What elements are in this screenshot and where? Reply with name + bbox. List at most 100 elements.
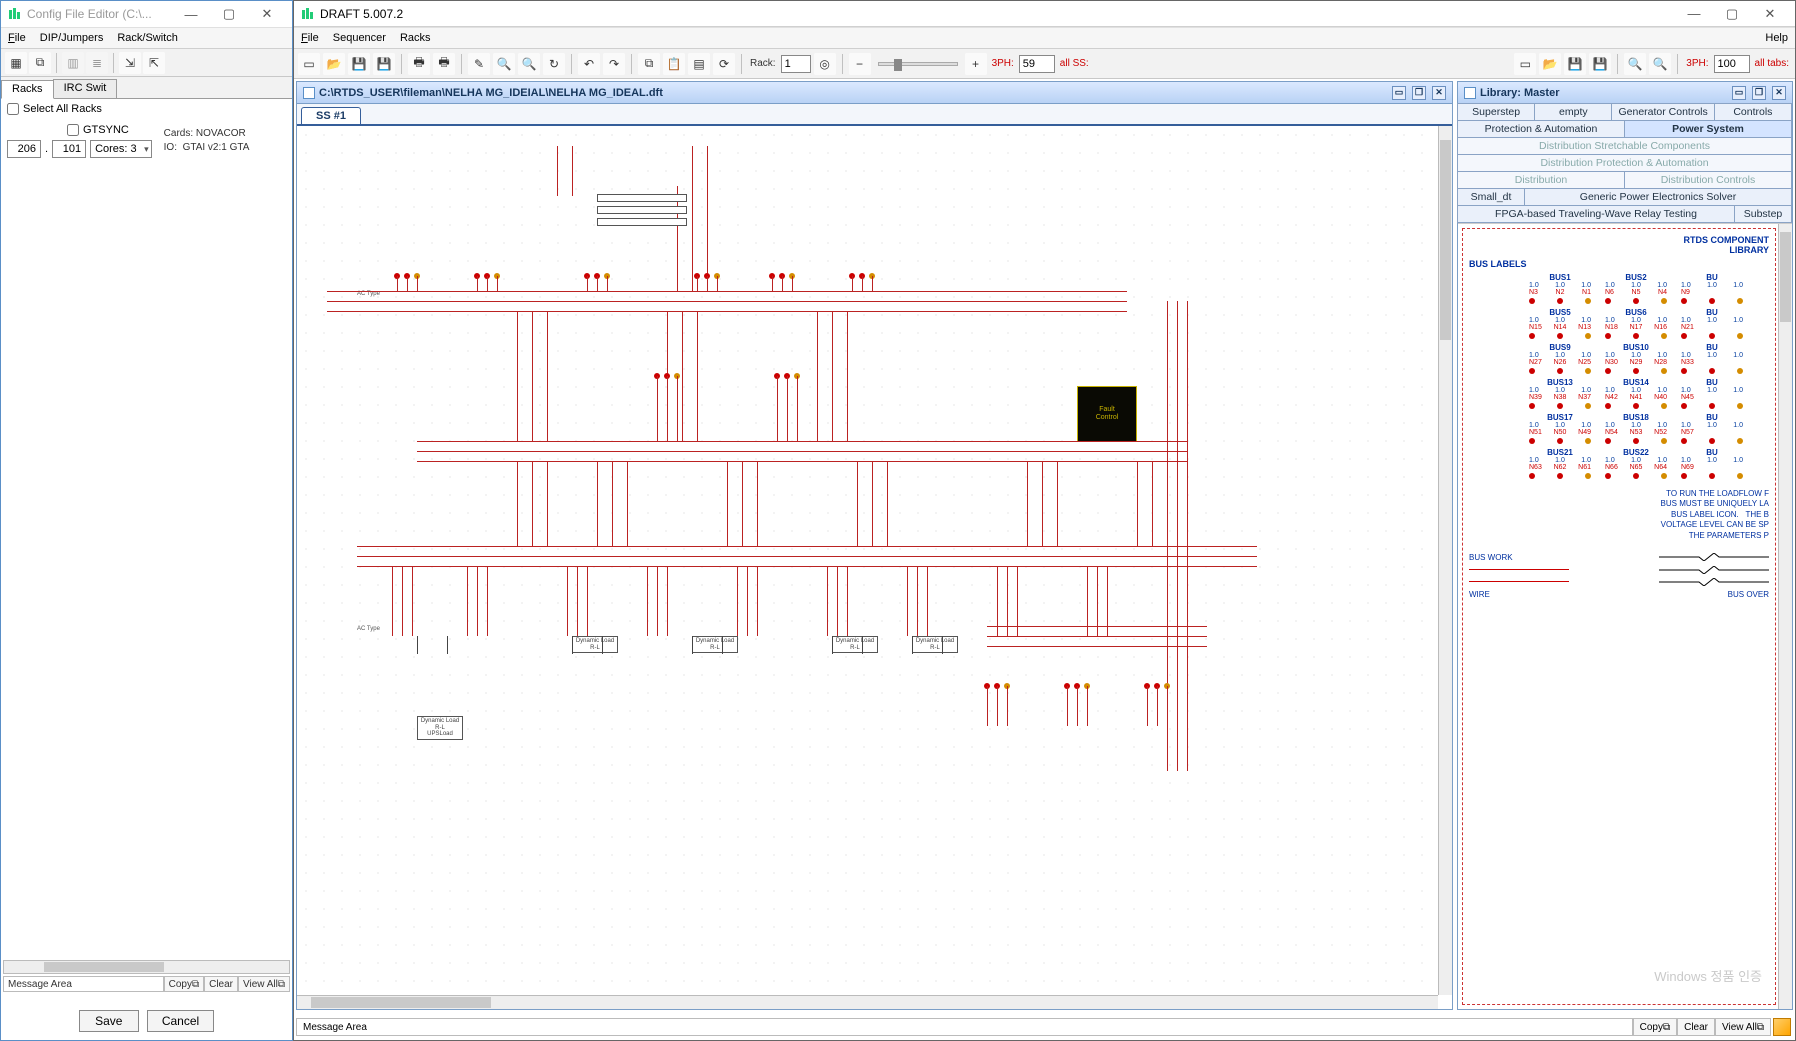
cfe-tab-irc[interactable]: IRC Swit — [53, 79, 118, 98]
print-setup-icon[interactable]: 🖶 — [408, 53, 430, 75]
print-icon[interactable]: 🖶 — [433, 53, 455, 75]
menu-racks[interactable]: Racks — [397, 31, 434, 45]
ss-tab[interactable]: SS #1 — [301, 107, 361, 124]
bus-label-block[interactable]: BUS10 1.01.01.0 N30N29N28 — [1605, 343, 1667, 374]
tool-add-rack-icon[interactable]: ▦ — [5, 52, 27, 74]
cfe-tab-racks[interactable]: Racks — [1, 80, 54, 99]
lib-tab-genctrl[interactable]: Generator Controls — [1611, 103, 1714, 121]
bus-label-block[interactable]: BU 1.01.01.0 N57 — [1681, 413, 1743, 444]
cfe-menu-file[interactable]: FFileile — [5, 31, 29, 45]
lib-tab-fpga[interactable]: FPGA-based Traveling-Wave Relay Testing — [1457, 205, 1735, 223]
colors-icon[interactable]: ▤ — [688, 53, 710, 75]
lib-tab-smalldt[interactable]: Small_dt — [1457, 188, 1525, 206]
minimize-button[interactable]: — — [172, 1, 210, 27]
lib-tab-controls[interactable]: Controls — [1714, 103, 1792, 121]
maximize-button[interactable]: ▢ — [1713, 1, 1751, 27]
undo-icon[interactable]: ↶ — [578, 53, 600, 75]
link-icon[interactable]: ✎ — [468, 53, 490, 75]
lib-find-icon[interactable]: 🔍 — [1624, 53, 1646, 75]
library-canvas[interactable]: RTDS COMPONENTLIBRARY BUS LABELS BUS1 1.… — [1462, 228, 1776, 1005]
bus-label-block[interactable]: BUS17 1.01.01.0 N51N50N49 — [1529, 413, 1591, 444]
zoom-in-icon[interactable]: + — [965, 53, 987, 75]
cfe-copy-button[interactable]: Copy ⧉ — [164, 976, 205, 992]
tool-list-icon[interactable]: ≣ — [86, 52, 108, 74]
dynload-box[interactable]: Dynamic LoadR-L — [692, 636, 738, 653]
tool-grid-icon[interactable]: ▥ — [62, 52, 84, 74]
lib-tab-gpes[interactable]: Generic Power Electronics Solver — [1524, 188, 1792, 206]
zoom-out-icon[interactable]: − — [849, 53, 871, 75]
bus-label-block[interactable]: BUS21 1.01.01.0 N63N62N61 — [1529, 448, 1591, 479]
tray-icon[interactable] — [1773, 1018, 1791, 1036]
bus-label-block[interactable]: BU 1.01.01.0 N69 — [1681, 448, 1743, 479]
cfe-viewall-button[interactable]: View All ⧉ — [238, 976, 290, 992]
fault-control-block[interactable]: FaultControl — [1077, 386, 1137, 442]
refresh-icon[interactable]: ↻ — [543, 53, 565, 75]
panel-min-icon[interactable]: ▭ — [1732, 86, 1746, 100]
bus-label-block[interactable]: BUS6 1.01.01.0 N18N17N16 — [1605, 308, 1667, 339]
minimize-button[interactable]: — — [1675, 1, 1713, 27]
bus-label-block[interactable]: BUS22 1.01.01.0 N66N65N64 — [1605, 448, 1667, 479]
panel-max-icon[interactable]: ❐ — [1412, 86, 1426, 100]
save-button[interactable]: Save — [79, 1010, 139, 1032]
lib-tab-substep[interactable]: Substep — [1734, 205, 1792, 223]
bus-label-block[interactable]: BU 1.01.01.0 N33 — [1681, 343, 1743, 374]
open-file-icon[interactable]: 📂 — [323, 53, 345, 75]
lib-tab-dist[interactable]: Distribution — [1457, 171, 1625, 189]
tool-duplicate-icon[interactable]: ⧉ — [29, 52, 51, 74]
panel-max-icon[interactable]: ❐ — [1752, 86, 1766, 100]
maximize-button[interactable]: ▢ — [210, 1, 248, 27]
close-button[interactable]: ✕ — [248, 1, 286, 27]
sync-icon[interactable]: ⟳ — [713, 53, 735, 75]
gtsync-input[interactable] — [67, 124, 79, 136]
lib-tab-dist-stretch[interactable]: Distribution Stretchable Components — [1457, 137, 1792, 155]
new-file-icon[interactable]: ▭ — [298, 53, 320, 75]
cfe-hscrollbar[interactable] — [3, 960, 290, 974]
main-clear-button[interactable]: Clear — [1677, 1018, 1715, 1036]
bus-label-block[interactable]: BUS14 1.01.01.0 N42N41N40 — [1605, 378, 1667, 409]
rack-input[interactable] — [781, 55, 811, 73]
gtsync-checkbox[interactable]: GTSYNC — [67, 124, 152, 136]
copy-icon[interactable]: ⧉ — [638, 53, 660, 75]
schematic-canvas[interactable]: FaultControl Dynamic LoadR-LUPSLoad Dyna… — [297, 126, 1438, 995]
panel-close-icon[interactable]: ✕ — [1432, 86, 1446, 100]
bus-label-block[interactable]: BUS18 1.01.01.0 N54N53N52 — [1605, 413, 1667, 444]
rack-range-hi-input[interactable] — [52, 140, 86, 158]
bus-label-block[interactable]: BU 1.01.01.0 N9 — [1681, 273, 1743, 304]
main-titlebar[interactable]: DRAFT 5.007.2 — ▢ ✕ — [294, 1, 1795, 27]
cancel-button[interactable]: Cancel — [147, 1010, 214, 1032]
bus-label-block[interactable]: BUS1 1.01.01.0 N3N2N1 — [1529, 273, 1591, 304]
close-button[interactable]: ✕ — [1751, 1, 1789, 27]
lib-tab-superstep[interactable]: Superstep — [1457, 103, 1535, 121]
lib-tab-dist-prot[interactable]: Distribution Protection & Automation — [1457, 154, 1792, 172]
bus-label-block[interactable]: BUS9 1.01.01.0 N27N26N25 — [1529, 343, 1591, 374]
find-icon[interactable]: 🔍 — [493, 53, 515, 75]
select-all-racks-checkbox[interactable]: Select All Racks — [7, 103, 102, 115]
dynload-box[interactable]: Dynamic LoadR-L — [832, 636, 878, 653]
main-copy-button[interactable]: Copy ⧉ — [1633, 1018, 1678, 1036]
bus-label-block[interactable]: BUS5 1.01.01.0 N15N14N13 — [1529, 308, 1591, 339]
cfe-menu-rack[interactable]: Rack/Switch — [114, 31, 181, 45]
cfe-menu-dip[interactable]: DIP/Jumpers — [37, 31, 107, 45]
lib-save-icon[interactable]: 💾 — [1564, 53, 1586, 75]
lib-tab-dist-ctrl[interactable]: Distribution Controls — [1624, 171, 1792, 189]
save-icon[interactable]: 💾 — [348, 53, 370, 75]
lib-tab-psys[interactable]: Power System — [1624, 120, 1792, 138]
lib-open-icon[interactable]: 📂 — [1539, 53, 1561, 75]
paste-icon[interactable]: 📋 — [663, 53, 685, 75]
save-all-icon[interactable]: 💾 — [373, 53, 395, 75]
cfe-titlebar[interactable]: Config File Editor (C:\... — ▢ ✕ — [1, 1, 292, 27]
bus-label-block[interactable]: BU 1.01.01.0 N21 — [1681, 308, 1743, 339]
canvas-vscrollbar[interactable] — [1438, 126, 1452, 995]
zoom-slider[interactable] — [878, 62, 958, 66]
cfe-clear-button[interactable]: Clear — [204, 976, 238, 992]
tool-export-icon[interactable]: ⇲ — [119, 52, 141, 74]
lib-tab-prot[interactable]: Protection & Automation — [1457, 120, 1625, 138]
ph-input[interactable] — [1019, 55, 1055, 73]
menu-file[interactable]: File — [298, 31, 322, 45]
lib-tab-empty[interactable]: empty — [1534, 103, 1612, 121]
dynload-box[interactable]: Dynamic LoadR-L — [572, 636, 618, 653]
library-vscrollbar[interactable] — [1778, 224, 1792, 1009]
menu-sequencer[interactable]: Sequencer — [330, 31, 389, 45]
lib-new-icon[interactable]: ▭ — [1514, 53, 1536, 75]
dynload-box[interactable]: Dynamic LoadR-LUPSLoad — [417, 716, 463, 740]
